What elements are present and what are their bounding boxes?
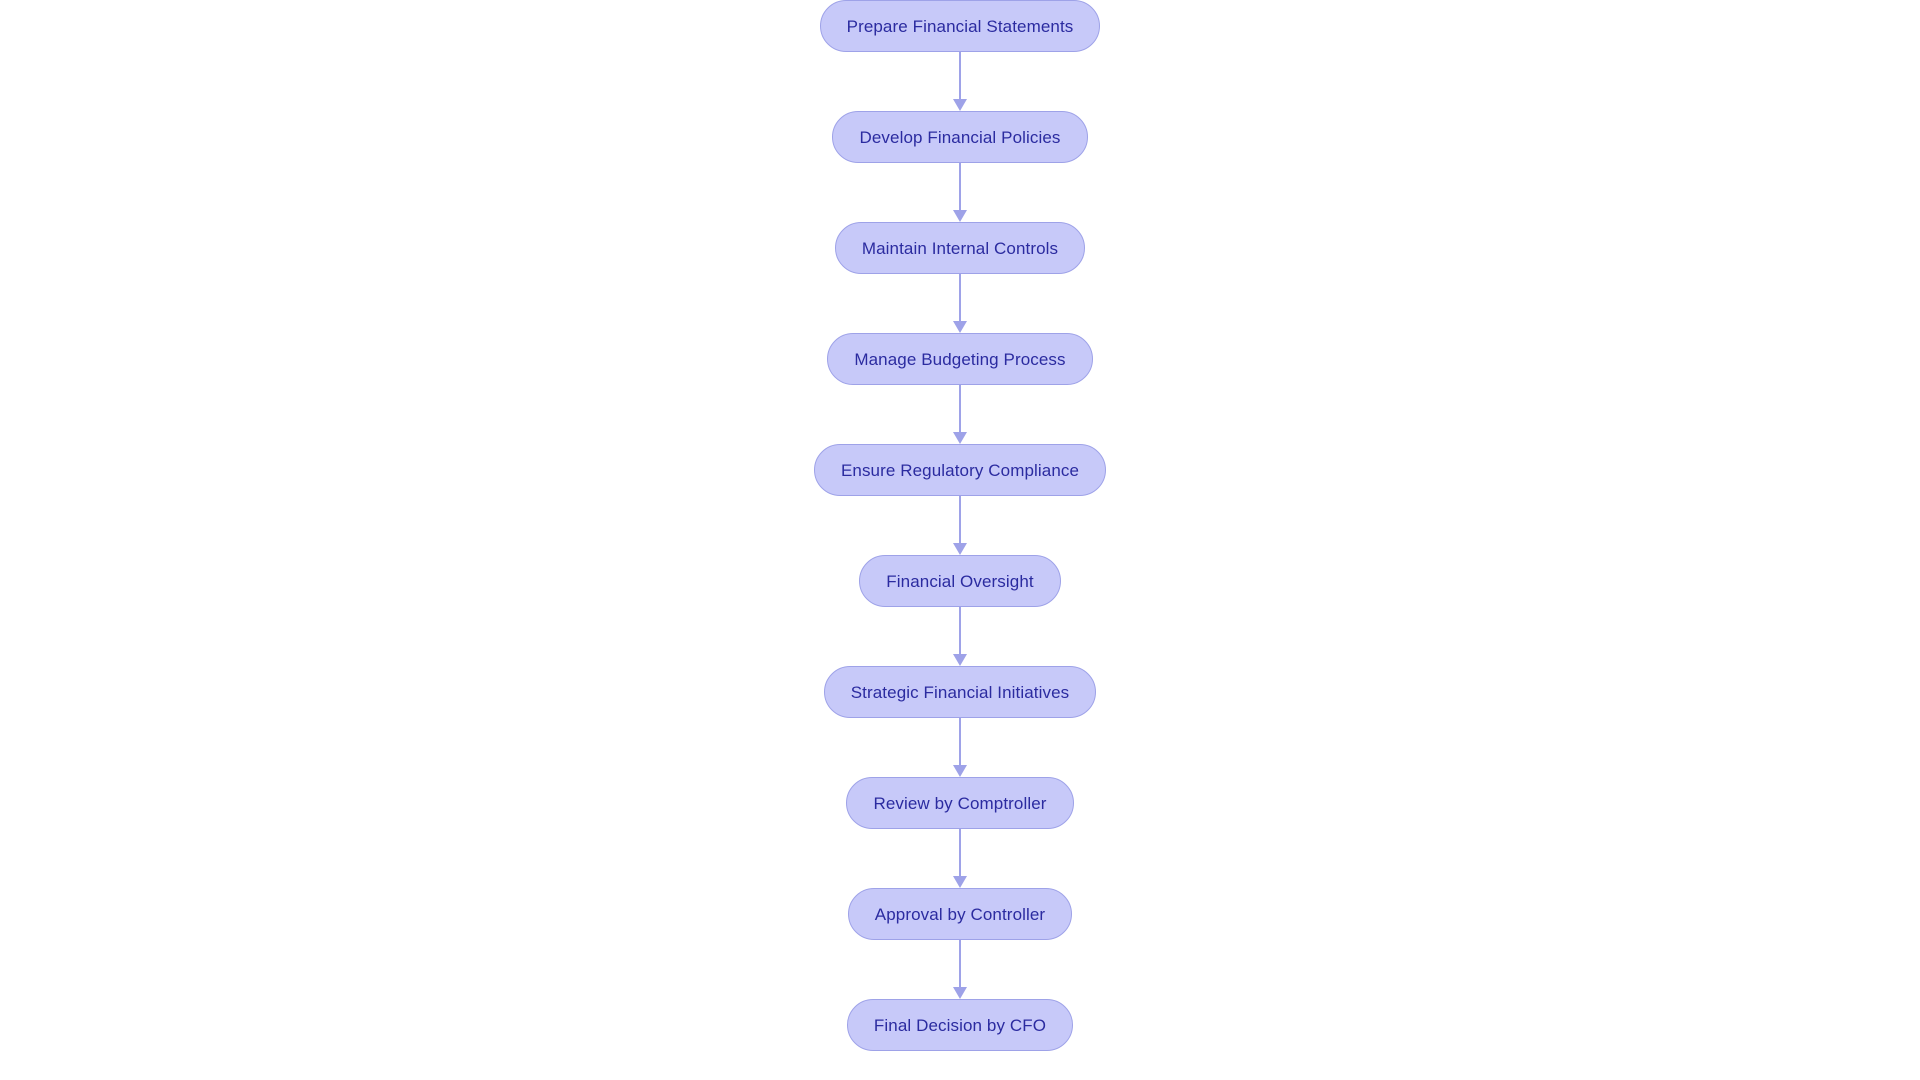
flowchart-node-develop-financial-policies[interactable]: Develop Financial Policies (832, 111, 1088, 163)
arrow-down-icon (953, 321, 967, 333)
flowchart-connector-8 (953, 829, 967, 888)
node-label: Final Decision by CFO (873, 1015, 1047, 1035)
node-label: Review by Comptroller (873, 793, 1047, 813)
node-label: Approval by Controller (874, 904, 1046, 924)
flowchart-node-ensure-regulatory-compliance[interactable]: Ensure Regulatory Compliance (813, 444, 1107, 496)
flowchart-connector-7 (953, 718, 967, 777)
flowchart-connector-4 (953, 385, 967, 444)
connector-line (959, 940, 961, 988)
arrow-down-icon (953, 876, 967, 888)
node-label: Strategic Financial Initiatives (850, 682, 1070, 702)
flowchart-node-final-decision-by-cfo[interactable]: Final Decision by CFO (846, 999, 1074, 1051)
arrow-down-icon (953, 654, 967, 666)
connector-line (959, 829, 961, 877)
flowchart-node-review-by-comptroller[interactable]: Review by Comptroller (846, 777, 1074, 829)
connector-line (959, 163, 961, 211)
arrow-down-icon (953, 99, 967, 111)
node-label: Maintain Internal Controls (861, 238, 1059, 258)
node-label: Prepare Financial Statements (846, 16, 1074, 36)
connector-line (959, 52, 961, 100)
flowchart-node-column: Prepare Financial Statements Develop Fin… (0, 0, 1920, 1080)
arrow-down-icon (953, 210, 967, 222)
flowchart-node-strategic-financial-initiatives[interactable]: Strategic Financial Initiatives (823, 666, 1097, 718)
node-label: Financial Oversight (886, 571, 1034, 591)
node-label: Ensure Regulatory Compliance (840, 460, 1080, 480)
node-label: Develop Financial Policies (859, 127, 1061, 147)
flowchart-connector-3 (953, 274, 967, 333)
arrow-down-icon (953, 432, 967, 444)
arrow-down-icon (953, 765, 967, 777)
flowchart-node-financial-oversight[interactable]: Financial Oversight (859, 555, 1061, 607)
flowchart-node-prepare-financial-statements[interactable]: Prepare Financial Statements (819, 0, 1101, 52)
connector-line (959, 607, 961, 655)
flowchart-connector-1 (953, 52, 967, 111)
connector-line (959, 718, 961, 766)
flowchart-connector-2 (953, 163, 967, 222)
flowchart-canvas: Prepare Financial Statements Develop Fin… (0, 0, 1920, 1080)
connector-line (959, 385, 961, 433)
flowchart-node-maintain-internal-controls[interactable]: Maintain Internal Controls (834, 222, 1086, 274)
arrow-down-icon (953, 543, 967, 555)
flowchart-node-manage-budgeting-process[interactable]: Manage Budgeting Process (827, 333, 1093, 385)
flowchart-connector-6 (953, 607, 967, 666)
connector-line (959, 496, 961, 544)
node-label: Manage Budgeting Process (854, 349, 1066, 369)
arrow-down-icon (953, 987, 967, 999)
connector-line (959, 274, 961, 322)
flowchart-node-approval-by-controller[interactable]: Approval by Controller (847, 888, 1073, 940)
flowchart-connector-9 (953, 940, 967, 999)
flowchart-connector-5 (953, 496, 967, 555)
